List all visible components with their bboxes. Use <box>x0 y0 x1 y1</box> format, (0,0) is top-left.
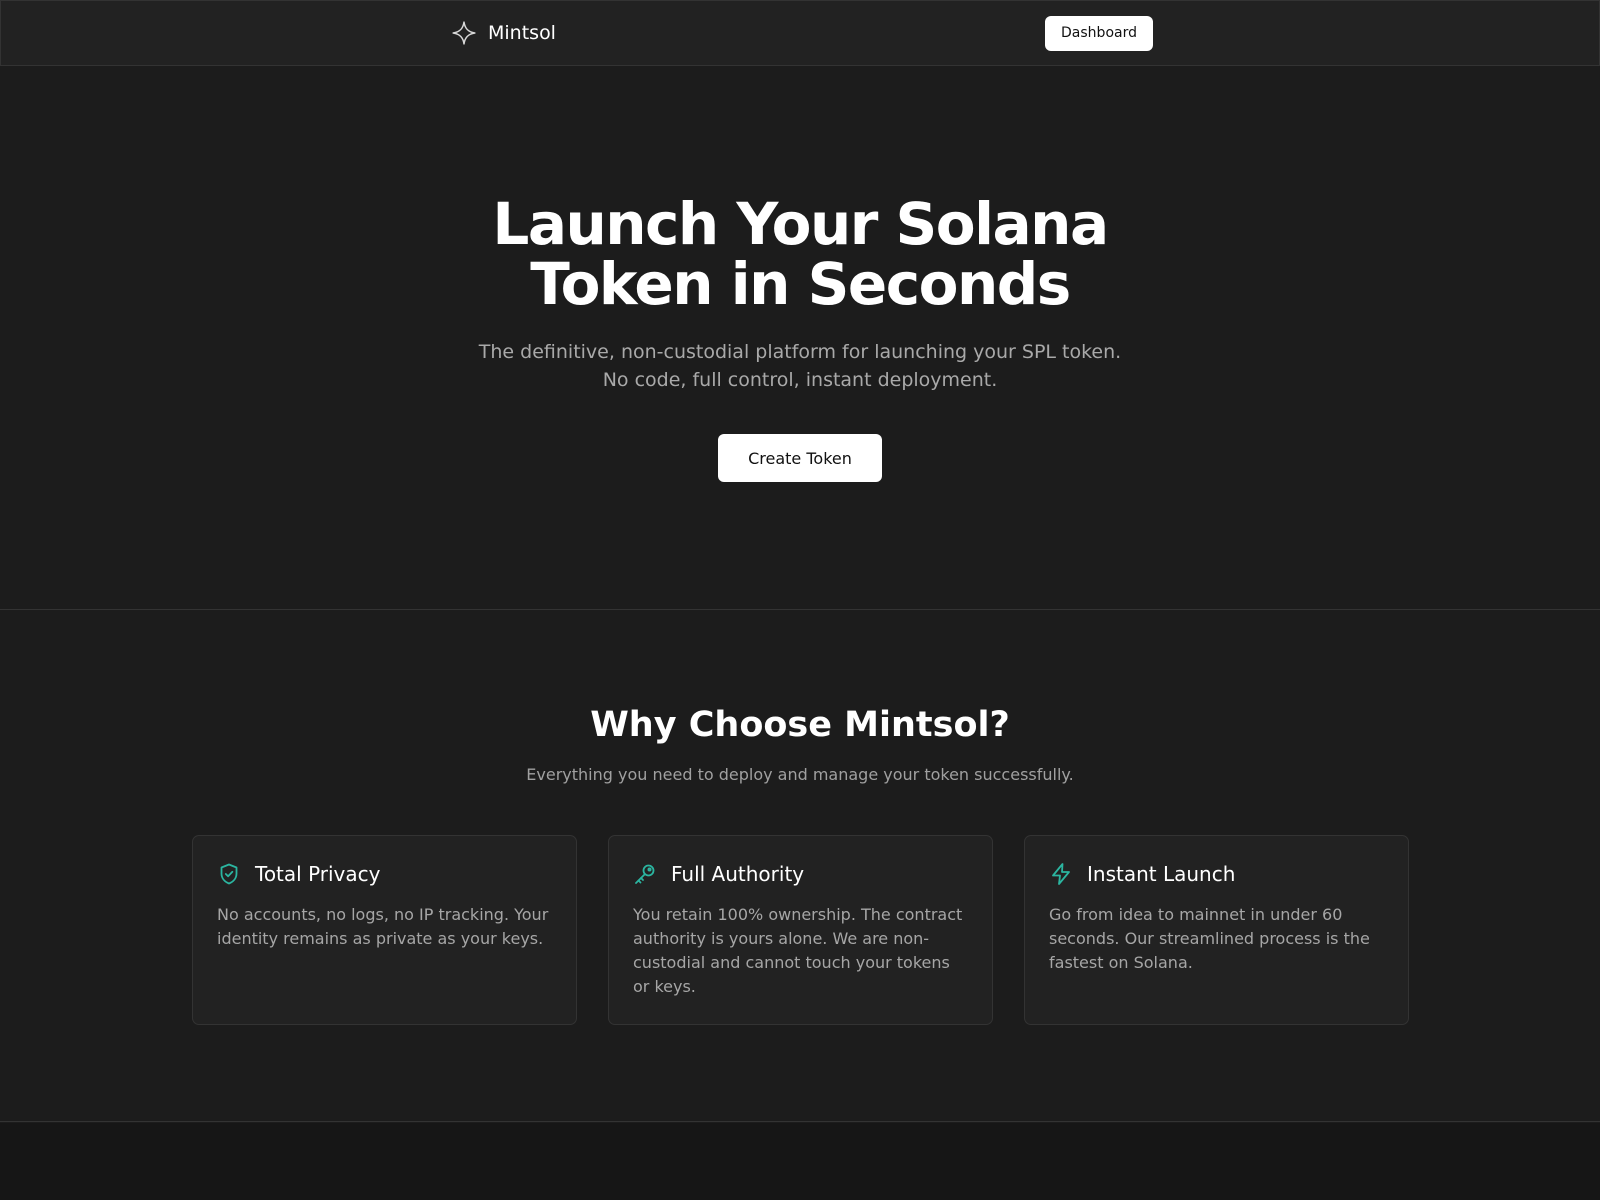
feature-card-total-privacy: Total Privacy No accounts, no logs, no I… <box>192 835 577 1025</box>
feature-card-full-authority: Full Authority You retain 100% ownership… <box>608 835 993 1025</box>
features-title: Why Choose Mintsol? <box>590 705 1010 745</box>
feature-card-text: No accounts, no logs, no IP tracking. Yo… <box>217 905 549 948</box>
hero-section: Launch Your Solana Token in Seconds The … <box>0 66 1600 610</box>
top-navbar: Mintsol Dashboard <box>0 0 1600 66</box>
feature-card-title: Instant Launch <box>1087 862 1236 886</box>
feature-card-header: Full Authority <box>633 861 968 887</box>
features-section: Why Choose Mintsol? Everything you need … <box>0 611 1600 1122</box>
next-section <box>0 1123 1600 1200</box>
hero-subtitle: The definitive, non-custodial platform f… <box>478 341 1122 391</box>
feature-card-header: Total Privacy <box>217 861 552 887</box>
feature-card-text: You retain 100% ownership. The contract … <box>633 905 963 996</box>
key-icon <box>635 864 655 884</box>
create-token-button[interactable]: Create Token <box>718 434 882 482</box>
feature-card-text: Go from idea to mainnet in under 60 seco… <box>1049 905 1370 972</box>
shield-check-icon <box>220 863 238 885</box>
lightning-icon <box>1052 863 1070 885</box>
hero-title-line-2: Token in Seconds <box>530 250 1071 318</box>
feature-card-title: Total Privacy <box>255 862 381 886</box>
navbar-inner: Mintsol Dashboard <box>451 1 1153 65</box>
dashboard-button[interactable]: Dashboard <box>1045 15 1153 51</box>
features-subtitle: Everything you need to deploy and manage… <box>526 765 1074 784</box>
sparkle-icon <box>452 21 476 45</box>
feature-card-instant-launch: Instant Launch Go from idea to mainnet i… <box>1024 835 1409 1025</box>
brand[interactable]: Mintsol <box>451 20 556 46</box>
hero-title-line-1: Launch Your Solana <box>492 190 1109 258</box>
brand-name: Mintsol <box>488 22 556 44</box>
feature-card-title: Full Authority <box>671 862 805 886</box>
feature-card-header: Instant Launch <box>1049 861 1384 887</box>
hero-title: Launch Your Solana Token in Seconds <box>0 194 1600 314</box>
